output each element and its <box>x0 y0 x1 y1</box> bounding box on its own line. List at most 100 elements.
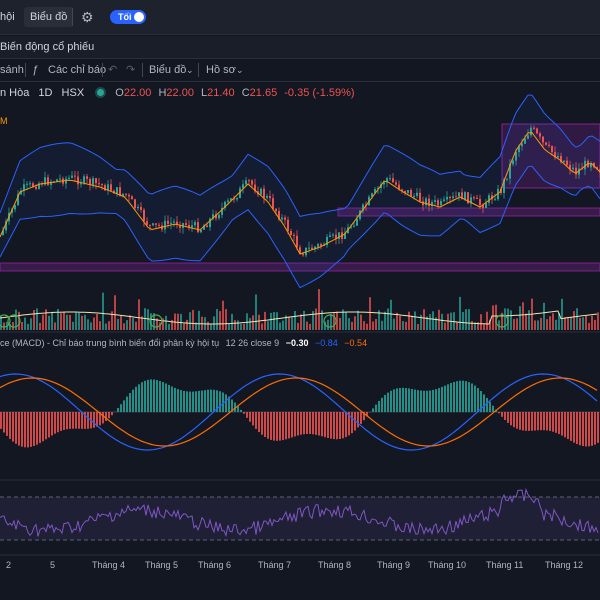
volume-bar <box>84 314 86 330</box>
x-axis-label: Tháng 5 <box>145 560 179 570</box>
volume-bar <box>3 322 5 330</box>
macd-histogram-bar <box>72 412 74 429</box>
macd-histogram-bar <box>450 383 452 412</box>
candle-body <box>302 253 304 256</box>
volume-bar <box>405 321 407 330</box>
candle-body <box>287 219 289 232</box>
x-axis-label: 5 <box>50 560 56 570</box>
volume-bar <box>396 312 398 330</box>
volume-bar <box>579 317 581 330</box>
macd-histogram-bar <box>519 412 521 430</box>
volume-bar <box>375 319 377 330</box>
volume-bar <box>135 321 137 330</box>
volume-bar <box>240 323 242 330</box>
macd-histogram-bar <box>75 412 77 429</box>
candle-body <box>116 187 118 194</box>
macd-histogram-bar <box>342 412 344 439</box>
x-axis-label: Tháng 12 <box>545 560 584 570</box>
macd-histogram-bar <box>273 412 275 441</box>
volume-bar <box>582 317 584 330</box>
candle-body <box>146 221 148 225</box>
macd-histogram-bar <box>327 412 329 438</box>
candle-body <box>152 223 154 226</box>
macd-histogram-bar <box>69 412 71 429</box>
macd-histogram-bar <box>297 412 299 436</box>
macd-histogram-bar <box>522 412 524 431</box>
candle-body <box>89 178 91 185</box>
volume-bar <box>300 314 302 330</box>
macd-histogram-bar <box>321 412 323 437</box>
candle-body <box>59 178 61 180</box>
macd-histogram-bar <box>138 384 140 412</box>
macd-histogram-bar <box>546 412 548 431</box>
volume-bar <box>123 323 125 330</box>
macd-histogram-bar <box>483 394 485 412</box>
candle-body <box>275 208 277 212</box>
volume-bar <box>90 322 92 330</box>
macd-histogram-bar <box>411 389 413 412</box>
candle-body <box>563 160 565 163</box>
x-axis-label: Tháng 4 <box>92 560 126 570</box>
volume-bar <box>570 317 572 330</box>
candle-body <box>248 180 250 182</box>
macd-histogram-bar <box>378 401 380 412</box>
candle-body <box>191 225 193 228</box>
macd-histogram-bar <box>552 412 554 432</box>
volume-bar <box>234 320 236 330</box>
macd-histogram-bar <box>582 412 584 447</box>
volume-bar <box>303 310 305 330</box>
volume-bar <box>471 321 473 330</box>
macd-histogram-bar <box>477 388 479 412</box>
macd-histogram-bar <box>51 412 53 436</box>
macd-histogram-bar <box>390 390 392 412</box>
volume-bar <box>486 311 488 330</box>
volume-bar <box>117 318 119 330</box>
macd-histogram-bar <box>264 412 266 437</box>
candle-body <box>506 178 508 180</box>
macd-histogram-bar <box>513 412 515 428</box>
macd-histogram-bar <box>186 391 188 412</box>
candle-body <box>86 176 88 179</box>
candle-body <box>272 198 274 209</box>
macd-histogram-bar <box>471 383 473 412</box>
volume-bar <box>78 312 80 330</box>
macd-histogram-bar <box>126 396 128 412</box>
volume-bar <box>408 311 410 330</box>
volume-bar <box>0 316 2 330</box>
candle-body <box>149 224 151 226</box>
volume-bar <box>528 310 530 330</box>
macd-histogram-bar <box>213 389 215 412</box>
macd-histogram-bar <box>171 386 173 412</box>
volume-bar <box>390 299 392 330</box>
x-axis-label: Tháng 10 <box>428 560 467 570</box>
volume-bar <box>108 321 110 330</box>
candle-body <box>35 186 37 189</box>
macd-histogram-bar <box>597 412 599 443</box>
volume-bar <box>540 317 542 330</box>
macd-histogram-bar <box>498 412 500 414</box>
candle-body <box>47 177 49 185</box>
candle-body <box>227 200 229 202</box>
macd-histogram-bar <box>201 390 203 412</box>
volume-bar <box>258 314 260 330</box>
macd-histogram-bar <box>585 412 587 447</box>
candle-body <box>68 177 70 179</box>
macd-histogram-bar <box>0 412 2 429</box>
volume-bar <box>246 313 248 330</box>
price-chart[interactable] <box>0 0 600 600</box>
volume-bar <box>282 320 284 330</box>
macd-histogram-bar <box>555 412 557 433</box>
macd-histogram-bar <box>444 385 446 412</box>
candle-body <box>155 223 157 225</box>
candle-body <box>143 209 145 222</box>
volume-bar <box>384 311 386 330</box>
macd-histogram-bar <box>300 412 302 435</box>
macd-histogram-bar <box>78 412 80 429</box>
macd-histogram-bar <box>372 408 374 412</box>
candle-body <box>284 217 286 220</box>
candle-body <box>137 206 139 209</box>
volume-bar <box>516 318 518 330</box>
volume-bar <box>339 317 341 330</box>
candle-body <box>434 200 436 202</box>
macd-histogram-bar <box>3 412 5 433</box>
